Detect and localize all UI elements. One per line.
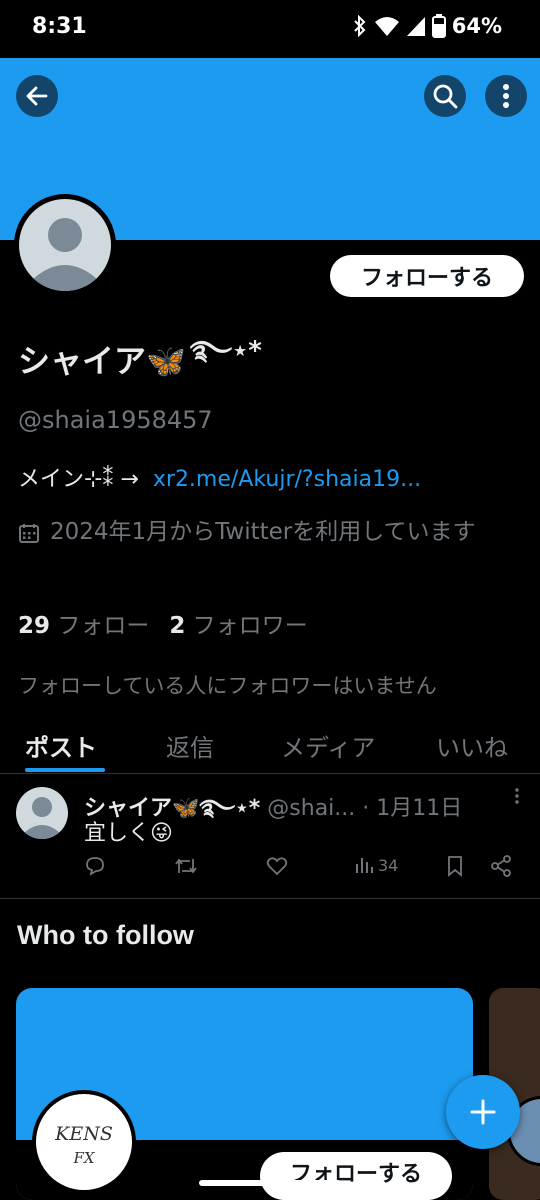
more-vertical-icon xyxy=(515,788,519,804)
post-text: 宜しく😜 xyxy=(84,821,173,846)
bookmark-icon xyxy=(448,856,462,877)
bookmark-button[interactable] xyxy=(446,855,464,877)
views-count: 34 xyxy=(378,855,399,875)
share-button[interactable] xyxy=(490,855,512,877)
tab-replies[interactable]: 返信 xyxy=(166,728,214,763)
bio-link[interactable]: xr2.me/Akujr/?shaia19... xyxy=(153,467,421,492)
bio-text: メイン⊹⁑ → xyxy=(18,467,139,492)
joined-text: 2024年1月からTwitterを利用しています xyxy=(50,519,476,545)
status-time: 8:31 xyxy=(32,14,87,39)
profile-avatar[interactable] xyxy=(14,194,116,296)
display-name-decoration: ࿐⋆* xyxy=(189,336,262,366)
followers-label: フォロワー xyxy=(192,613,308,639)
post-actions: 34 xyxy=(84,855,524,881)
display-name: シャイア🦋 ࿐⋆* xyxy=(18,322,262,395)
profile-bio: メイン⊹⁑ → xr2.me/Akujr/?shaia19... xyxy=(18,461,421,493)
plus-icon xyxy=(470,1099,496,1125)
share-icon xyxy=(491,855,511,877)
status-icons: 64% xyxy=(352,14,502,38)
post-meta: @shai... · 1月11日 xyxy=(267,796,463,821)
post-item[interactable]: シャイア🦋࿐⋆* @shai... · 1月11日 宜しく😜 34 xyxy=(0,775,540,899)
wifi-icon xyxy=(374,17,399,36)
follow-stats: 29 フォロー 2 フォロワー xyxy=(18,606,308,640)
default-avatar-icon xyxy=(24,797,60,839)
bluetooth-icon xyxy=(354,15,366,37)
joined-date: 2024年1月からTwitterを利用しています xyxy=(18,512,518,552)
compose-button[interactable] xyxy=(446,1075,520,1149)
more-vertical-icon xyxy=(503,84,509,108)
back-arrow-icon xyxy=(26,86,48,106)
search-button[interactable] xyxy=(424,75,466,117)
avatar-logo-text-1: KENS xyxy=(55,1123,113,1145)
calendar-icon xyxy=(19,523,39,543)
who-to-follow-title: Who to follow xyxy=(17,920,194,950)
status-bar: 8:31 64% xyxy=(0,0,540,58)
suggestion-follow-button[interactable]: フォローする xyxy=(260,1152,452,1200)
repost-button[interactable] xyxy=(174,855,198,877)
reply-button[interactable] xyxy=(84,855,106,877)
tab-posts[interactable]: ポスト xyxy=(25,728,97,763)
tab-media[interactable]: メディア xyxy=(281,728,375,763)
like-icon xyxy=(266,857,288,876)
tab-likes[interactable]: いいね xyxy=(436,728,508,763)
home-indicator[interactable] xyxy=(199,1180,341,1186)
profile-tabs: ポスト 返信 メディア いいね xyxy=(0,720,540,774)
following-count: 29 xyxy=(18,613,51,639)
followers-you-know-note: フォローしている人にフォロワーはいません xyxy=(18,674,437,698)
back-button[interactable] xyxy=(16,75,58,117)
profile-handle: @shaia1958457 xyxy=(18,406,213,434)
followers-count: 2 xyxy=(169,613,186,639)
post-more-button[interactable] xyxy=(514,787,520,809)
follow-button[interactable]: フォローする xyxy=(330,255,524,297)
views-icon xyxy=(356,858,373,873)
signal-icon xyxy=(406,17,425,36)
suggestion-avatar[interactable]: KENS FX xyxy=(32,1090,136,1194)
battery-percent: 64% xyxy=(451,14,502,38)
following-label: フォロー xyxy=(57,613,150,639)
default-avatar-icon xyxy=(33,218,97,291)
display-name-text: シャイア🦋 xyxy=(18,341,186,380)
like-button[interactable] xyxy=(266,855,288,877)
avatar-logo-text-2: FX xyxy=(73,1149,95,1167)
views-button[interactable]: 34 xyxy=(354,855,398,875)
followers-link[interactable]: 2 フォロワー xyxy=(169,613,307,639)
more-button[interactable] xyxy=(485,75,527,117)
active-tab-indicator xyxy=(25,768,105,772)
post-avatar[interactable] xyxy=(16,787,68,839)
search-icon xyxy=(433,84,458,109)
following-link[interactable]: 29 フォロー xyxy=(18,613,149,639)
reply-icon xyxy=(86,857,104,876)
battery-icon xyxy=(431,14,446,38)
repost-icon xyxy=(175,858,197,874)
